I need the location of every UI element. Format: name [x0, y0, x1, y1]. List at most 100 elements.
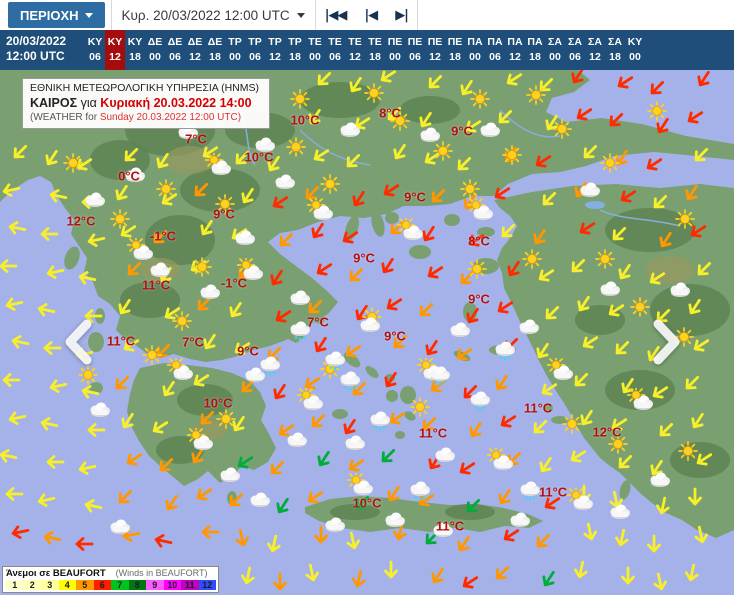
date-selector[interactable]: Κυρ. 20/03/2022 12:00 UTC: [111, 0, 315, 30]
timeline-slot[interactable]: ΠΕ 12: [425, 30, 445, 70]
timeline-slot[interactable]: ΚΥ 00: [625, 30, 645, 70]
timeline-slot[interactable]: ΠΑ 12: [505, 30, 525, 70]
slot-hour: 12: [589, 51, 601, 63]
slot-day: ΣΑ: [608, 36, 622, 48]
legend-title-gr: Άνεμοι σε BEAUFORT: [6, 567, 106, 579]
beaufort-legend: Άνεμοι σε BEAUFORT (Winds in BEAUFORT) 12…: [2, 565, 219, 593]
timeline-slot[interactable]: ΔΕ 18: [205, 30, 225, 70]
timeline-slot[interactable]: ΔΕ 00: [145, 30, 165, 70]
slot-day: ΠΑ: [467, 36, 483, 48]
separator: [416, 0, 418, 30]
timeline-slot[interactable]: ΣΑ 06: [565, 30, 585, 70]
slot-hour: 00: [469, 51, 481, 63]
slot-day: ΠΕ: [447, 36, 463, 48]
legend-beaufort-cell: 1: [6, 579, 24, 590]
timeline-slot[interactable]: ΣΑ 00: [545, 30, 565, 70]
slot-day: ΠΕ: [407, 36, 423, 48]
slot-day: ΤΕ: [328, 36, 342, 48]
pan-right-button[interactable]: [650, 319, 684, 365]
legend-beaufort-cell: 8: [128, 579, 146, 590]
slot-day: ΤΡ: [268, 36, 282, 48]
legend-beaufort-cell: 5: [76, 579, 94, 590]
chevron-down-icon: [84, 12, 93, 18]
slot-hour: 00: [229, 51, 241, 63]
chevron-down-icon: [296, 12, 305, 18]
weather-word-en: (WEATHER for: [30, 112, 100, 123]
timeline-slot[interactable]: ΠΑ 00: [465, 30, 485, 70]
slot-day: ΠΕ: [427, 36, 443, 48]
timeline-slot[interactable]: ΤΡ 12: [265, 30, 285, 70]
slot-day: ΚΥ: [127, 36, 143, 48]
legend-beaufort-cell: 11: [181, 579, 199, 590]
slot-day: ΤΡ: [248, 36, 262, 48]
date-selector-label: Κυρ. 20/03/2022 12:00 UTC: [121, 7, 290, 23]
next-step-button[interactable]: ▶|: [386, 0, 417, 30]
slot-hour: 06: [569, 51, 581, 63]
legend-beaufort-cell: 9: [146, 579, 164, 590]
slot-hour: 12: [349, 51, 361, 63]
timeline-slot[interactable]: ΤΡ 18: [285, 30, 305, 70]
timeline-slots: ΚΥ 06 ΚΥ 12 ΚΥ 18 ΔΕ 00 ΔΕ 06 ΔΕ 12 ΔΕ 18 ΤΡ 00 ΤΡ 06 ΤΡ 12…: [85, 30, 645, 70]
forecast-datetime-en: Sunday 20.03.2022 12:00 UTC): [99, 112, 242, 123]
previous-step-button[interactable]: |◀: [355, 0, 386, 30]
slot-hour: 00: [309, 51, 321, 63]
weather-map: 10°C 8°C 9°C 7°C 10°C 0°C 9°C 12°C 9°C -1°C 8°C 9°C…: [0, 70, 734, 595]
forecast-datetime-gr: Κυριακή 20.03.2022 14:00: [100, 95, 252, 110]
slot-day: ΤΕ: [348, 36, 362, 48]
hnms-weather-app: ΠΕΡΙΟΧΗ Κυρ. 20/03/2022 12:00 UTC |◀◀ |◀…: [0, 0, 734, 595]
slot-day: ΣΑ: [568, 36, 582, 48]
forecast-info-box: ΕΘΝΙΚΗ ΜΕΤΕΩΡΟΛΟΓΙΚΗ ΥΠΗΡΕΣΙΑ (HNMS) ΚΑΙ…: [22, 78, 270, 129]
timeline-slot[interactable]: ΠΑ 06: [485, 30, 505, 70]
slot-hour: 06: [329, 51, 341, 63]
timeline-slot[interactable]: ΔΕ 06: [165, 30, 185, 70]
region-dropdown-button[interactable]: ΠΕΡΙΟΧΗ: [8, 2, 105, 28]
slot-day: ΔΕ: [167, 36, 183, 48]
timeline-slot[interactable]: ΠΕ 06: [405, 30, 425, 70]
current-time: 12:00 UTC: [6, 49, 65, 63]
timeline-slot[interactable]: ΠΕ 00: [385, 30, 405, 70]
current-date: 20/03/2022: [6, 34, 67, 48]
legend-beaufort-cell: 4: [58, 579, 76, 590]
timeline-bar: 20/03/2022 12:00 UTC ΚΥ 06 ΚΥ 12 ΚΥ 18 ΔΕ 00 ΔΕ 0…: [0, 30, 734, 70]
timeline-slot[interactable]: ΠΕ 18: [445, 30, 465, 70]
slot-day: ΚΥ: [107, 36, 123, 48]
slot-hour: 00: [149, 51, 161, 63]
timeline-slot[interactable]: ΠΑ 18: [525, 30, 545, 70]
slot-hour: 06: [409, 51, 421, 63]
slot-hour: 06: [249, 51, 261, 63]
timeline-slot[interactable]: ΚΥ 12: [105, 30, 125, 70]
slot-day: ΚΥ: [87, 36, 103, 48]
timeline-slot[interactable]: ΤΕ 12: [345, 30, 365, 70]
slot-hour: 06: [89, 51, 101, 63]
timeline-slot[interactable]: ΣΑ 18: [605, 30, 625, 70]
slot-hour: 18: [369, 51, 381, 63]
slot-day: ΤΡ: [288, 36, 302, 48]
timeline-slot[interactable]: ΣΑ 12: [585, 30, 605, 70]
skip-to-first-button[interactable]: |◀◀: [316, 0, 356, 30]
timeline-slot[interactable]: ΤΕ 18: [365, 30, 385, 70]
slot-hour: 18: [449, 51, 461, 63]
slot-hour: 18: [129, 51, 141, 63]
slot-day: ΠΑ: [527, 36, 543, 48]
weather-word-gr: ΚΑΙΡΟΣ: [30, 95, 78, 110]
slot-hour: 00: [549, 51, 561, 63]
timeline-slot[interactable]: ΤΕ 06: [325, 30, 345, 70]
slot-day: ΔΕ: [187, 36, 203, 48]
timeline-slot[interactable]: ΤΕ 00: [305, 30, 325, 70]
timeline-slot[interactable]: ΤΡ 00: [225, 30, 245, 70]
map-terrain: [0, 70, 734, 595]
slot-day: ΠΕ: [387, 36, 403, 48]
region-dropdown-label: ΠΕΡΙΟΧΗ: [20, 7, 79, 23]
slot-hour: 12: [109, 51, 121, 63]
timeline-slot[interactable]: ΚΥ 18: [125, 30, 145, 70]
timeline-slot[interactable]: ΚΥ 06: [85, 30, 105, 70]
legend-beaufort-cell: 6: [93, 579, 111, 590]
legend-beaufort-cell: 10: [163, 579, 181, 590]
chevron-left-icon: [65, 319, 92, 365]
current-datetime-label: 20/03/2022 12:00 UTC: [0, 30, 85, 70]
pan-left-button[interactable]: [61, 319, 95, 365]
slot-day: ΚΥ: [627, 36, 643, 48]
timeline-slot[interactable]: ΤΡ 06: [245, 30, 265, 70]
timeline-slot[interactable]: ΔΕ 12: [185, 30, 205, 70]
slot-day: ΣΑ: [588, 36, 602, 48]
